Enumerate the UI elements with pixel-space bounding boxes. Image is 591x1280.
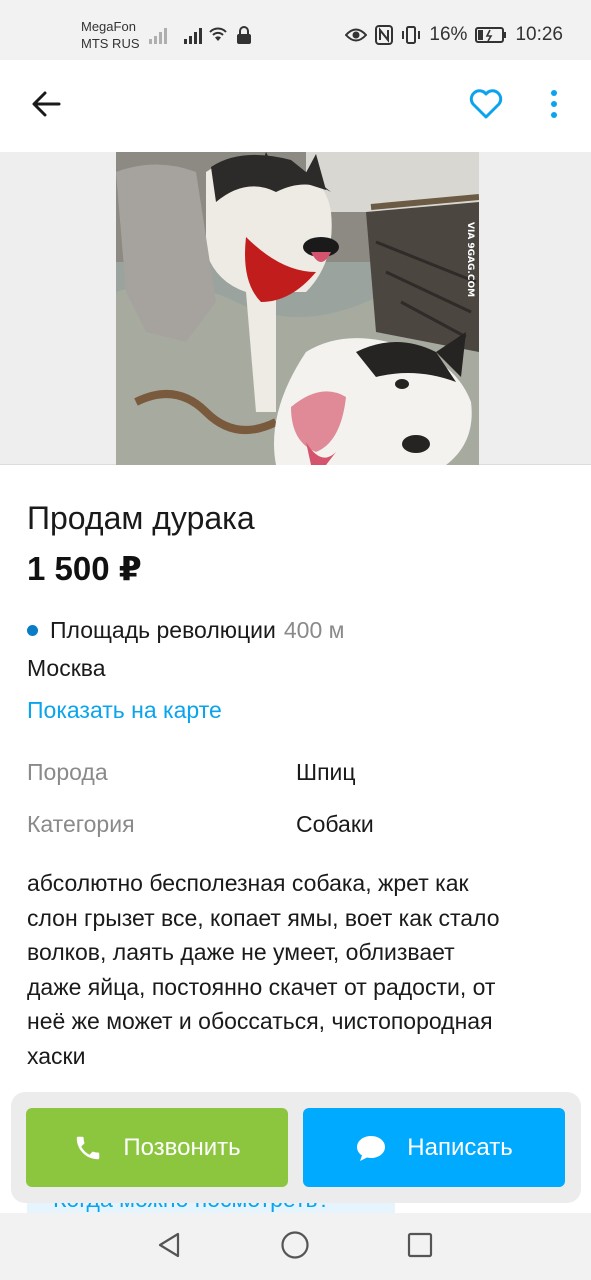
listing-description: абсолютно бесполезная собака, жрет как с… <box>27 870 500 1069</box>
favorite-button[interactable] <box>464 84 508 128</box>
nav-back-button[interactable] <box>153 1231 185 1263</box>
message-button-label: Написать <box>407 1133 513 1161</box>
status-bar: MegaFon MTS RUS 16% 10:26 <box>0 0 591 60</box>
city-name: Москва <box>27 655 106 681</box>
signal-icon-2 <box>184 26 202 44</box>
clock: 10:26 <box>515 24 563 45</box>
watermark-text: VIA 9GAG.COM <box>465 222 475 297</box>
battery-percent: 16% <box>429 24 468 45</box>
signal-icon-1 <box>149 26 167 44</box>
param-label-breed: Порода <box>27 759 108 785</box>
carrier-1: MegaFon <box>81 19 136 34</box>
nav-home-button[interactable] <box>279 1230 311 1265</box>
square-recents-icon <box>407 1232 433 1263</box>
photo-gallery[interactable]: VIA 9GAG.COM <box>0 152 591 465</box>
contact-action-panel: Позвонить Написать <box>11 1092 581 1203</box>
carrier-2: MTS RUS <box>81 36 140 51</box>
husky-photo-illustration: VIA 9GAG.COM <box>116 152 479 465</box>
wifi-icon <box>207 24 229 49</box>
more-options-button[interactable] <box>538 84 570 128</box>
back-button[interactable] <box>26 86 66 126</box>
status-right: 16% 10:26 <box>345 24 563 46</box>
eye-icon <box>345 27 368 43</box>
listing-title: Продам дурака <box>27 500 255 536</box>
call-button-label: Позвонить <box>123 1133 241 1161</box>
carrier-labels: MegaFon MTS RUS <box>81 18 140 52</box>
show-on-map-link[interactable]: Показать на карте <box>27 694 222 726</box>
metro-station-name: Площадь революции <box>50 617 276 643</box>
system-navigation-bar <box>0 1213 591 1280</box>
listing-photo[interactable]: VIA 9GAG.COM <box>116 152 479 465</box>
phone-icon <box>73 1133 103 1163</box>
call-button[interactable]: Позвонить <box>26 1108 288 1187</box>
app-bar <box>0 60 591 152</box>
metro-distance: 400 м <box>283 617 345 643</box>
param-label-category: Категория <box>27 811 135 837</box>
lock-icon <box>236 26 252 50</box>
nav-recents-button[interactable] <box>404 1231 436 1263</box>
circle-home-icon <box>280 1230 310 1265</box>
listing-price: 1 500 ₽ <box>27 550 142 587</box>
param-value-breed: Шпиц <box>296 759 356 785</box>
nfc-icon <box>375 25 394 45</box>
chat-bubble-icon <box>355 1133 387 1163</box>
metro-station-row: Площадь революции 400 м <box>27 614 344 646</box>
metro-line-icon <box>27 624 38 636</box>
arrow-left-icon <box>31 91 61 122</box>
triangle-back-icon <box>156 1231 182 1264</box>
message-button[interactable]: Написать <box>303 1108 565 1187</box>
vibrate-icon <box>401 25 421 45</box>
heart-icon <box>469 88 503 124</box>
more-vertical-icon <box>550 89 558 124</box>
param-value-category: Собаки <box>296 811 374 837</box>
battery-charging-icon <box>475 26 507 44</box>
